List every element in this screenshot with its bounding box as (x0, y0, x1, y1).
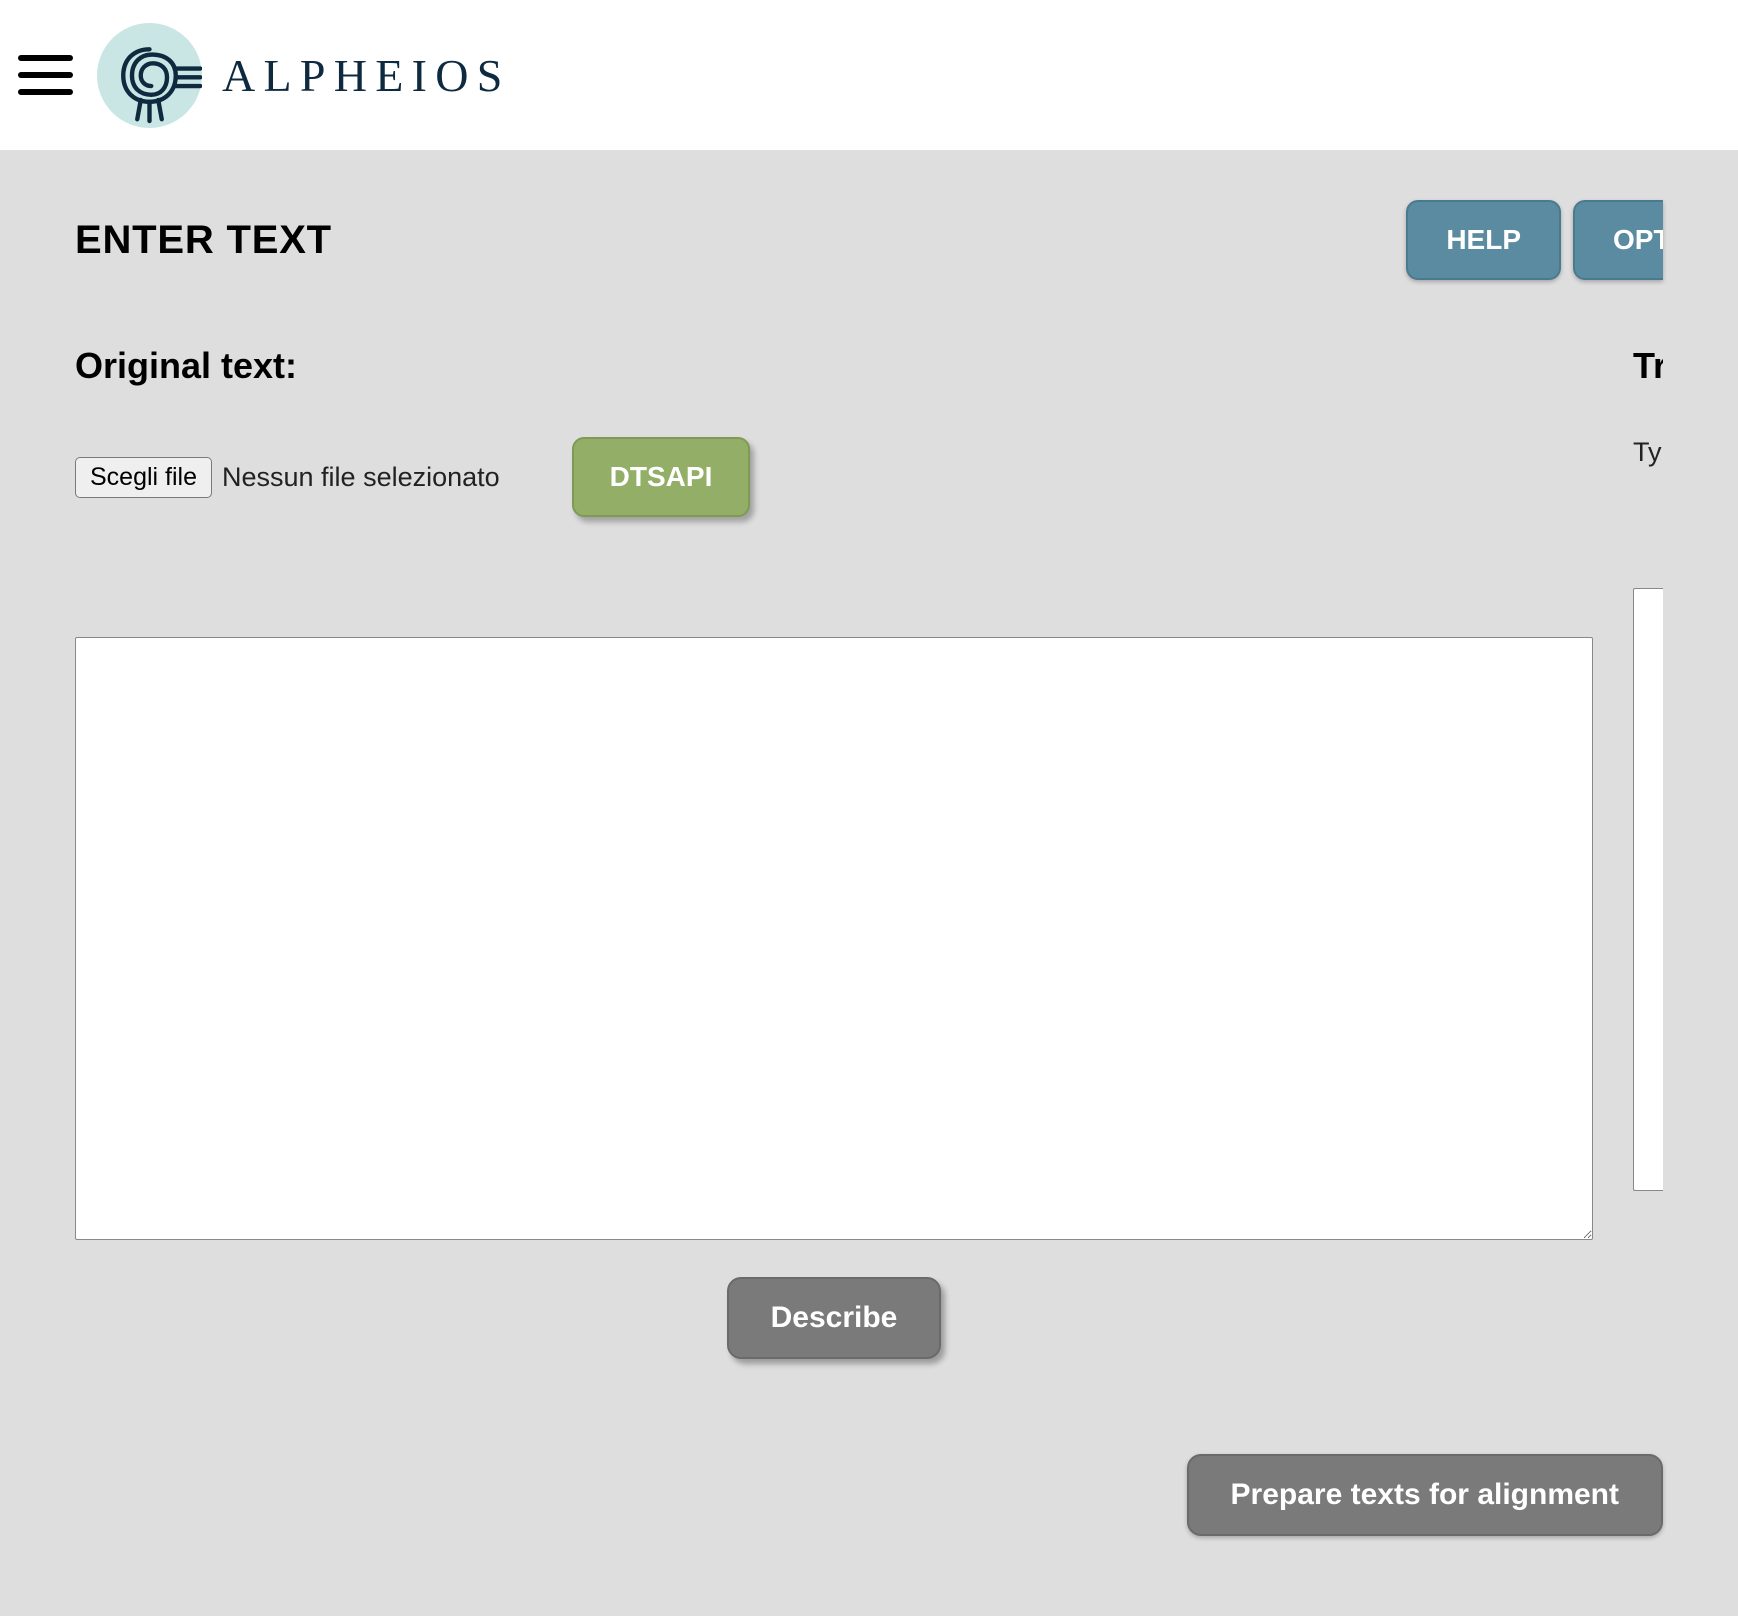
hamburger-line (18, 72, 73, 78)
translation-file-row-partial: Ty (1633, 437, 1663, 468)
main-content: ENTER TEXT HELP OPT Original text: Scegl… (0, 150, 1738, 1616)
alpheios-logo-icon (97, 23, 202, 128)
file-input-row: Scegli file Nessun file selezionato DTSA… (75, 437, 1593, 517)
file-input[interactable]: Scegli file Nessun file selezionato (75, 457, 500, 498)
describe-button[interactable]: Describe (727, 1277, 942, 1359)
original-text-panel: Original text: Scegli file Nessun file s… (75, 345, 1593, 1359)
app-header: ALPHEIOS (0, 0, 1738, 150)
translation-panel-partial: Tr Ty (1633, 345, 1663, 1359)
help-button[interactable]: HELP (1406, 200, 1561, 280)
prepare-alignment-button[interactable]: Prepare texts for alignment (1187, 1454, 1663, 1536)
hamburger-line (18, 55, 73, 61)
hamburger-line (18, 89, 73, 95)
page-title: ENTER TEXT (75, 218, 332, 263)
options-button[interactable]: OPT (1573, 200, 1663, 280)
translation-label-partial: Tr (1633, 345, 1663, 387)
top-row: ENTER TEXT HELP OPT (75, 200, 1663, 280)
prepare-row: Prepare texts for alignment (75, 1454, 1663, 1536)
hamburger-menu-icon[interactable] (18, 55, 73, 95)
choose-file-button[interactable]: Scegli file (75, 457, 212, 498)
original-text-label: Original text: (75, 345, 1593, 387)
translation-type-partial: Ty (1633, 437, 1662, 467)
file-status-text: Nessun file selezionato (222, 462, 500, 493)
dtsapi-button[interactable]: DTSAPI (572, 437, 751, 517)
brand-logo[interactable]: ALPHEIOS (97, 23, 511, 128)
describe-row: Describe (75, 1277, 1593, 1359)
original-text-textarea[interactable] (75, 637, 1593, 1240)
top-action-buttons: HELP OPT (1406, 200, 1663, 280)
text-columns: Original text: Scegli file Nessun file s… (75, 345, 1663, 1359)
brand-name: ALPHEIOS (222, 49, 511, 102)
translation-textarea-partial[interactable] (1633, 588, 1663, 1191)
